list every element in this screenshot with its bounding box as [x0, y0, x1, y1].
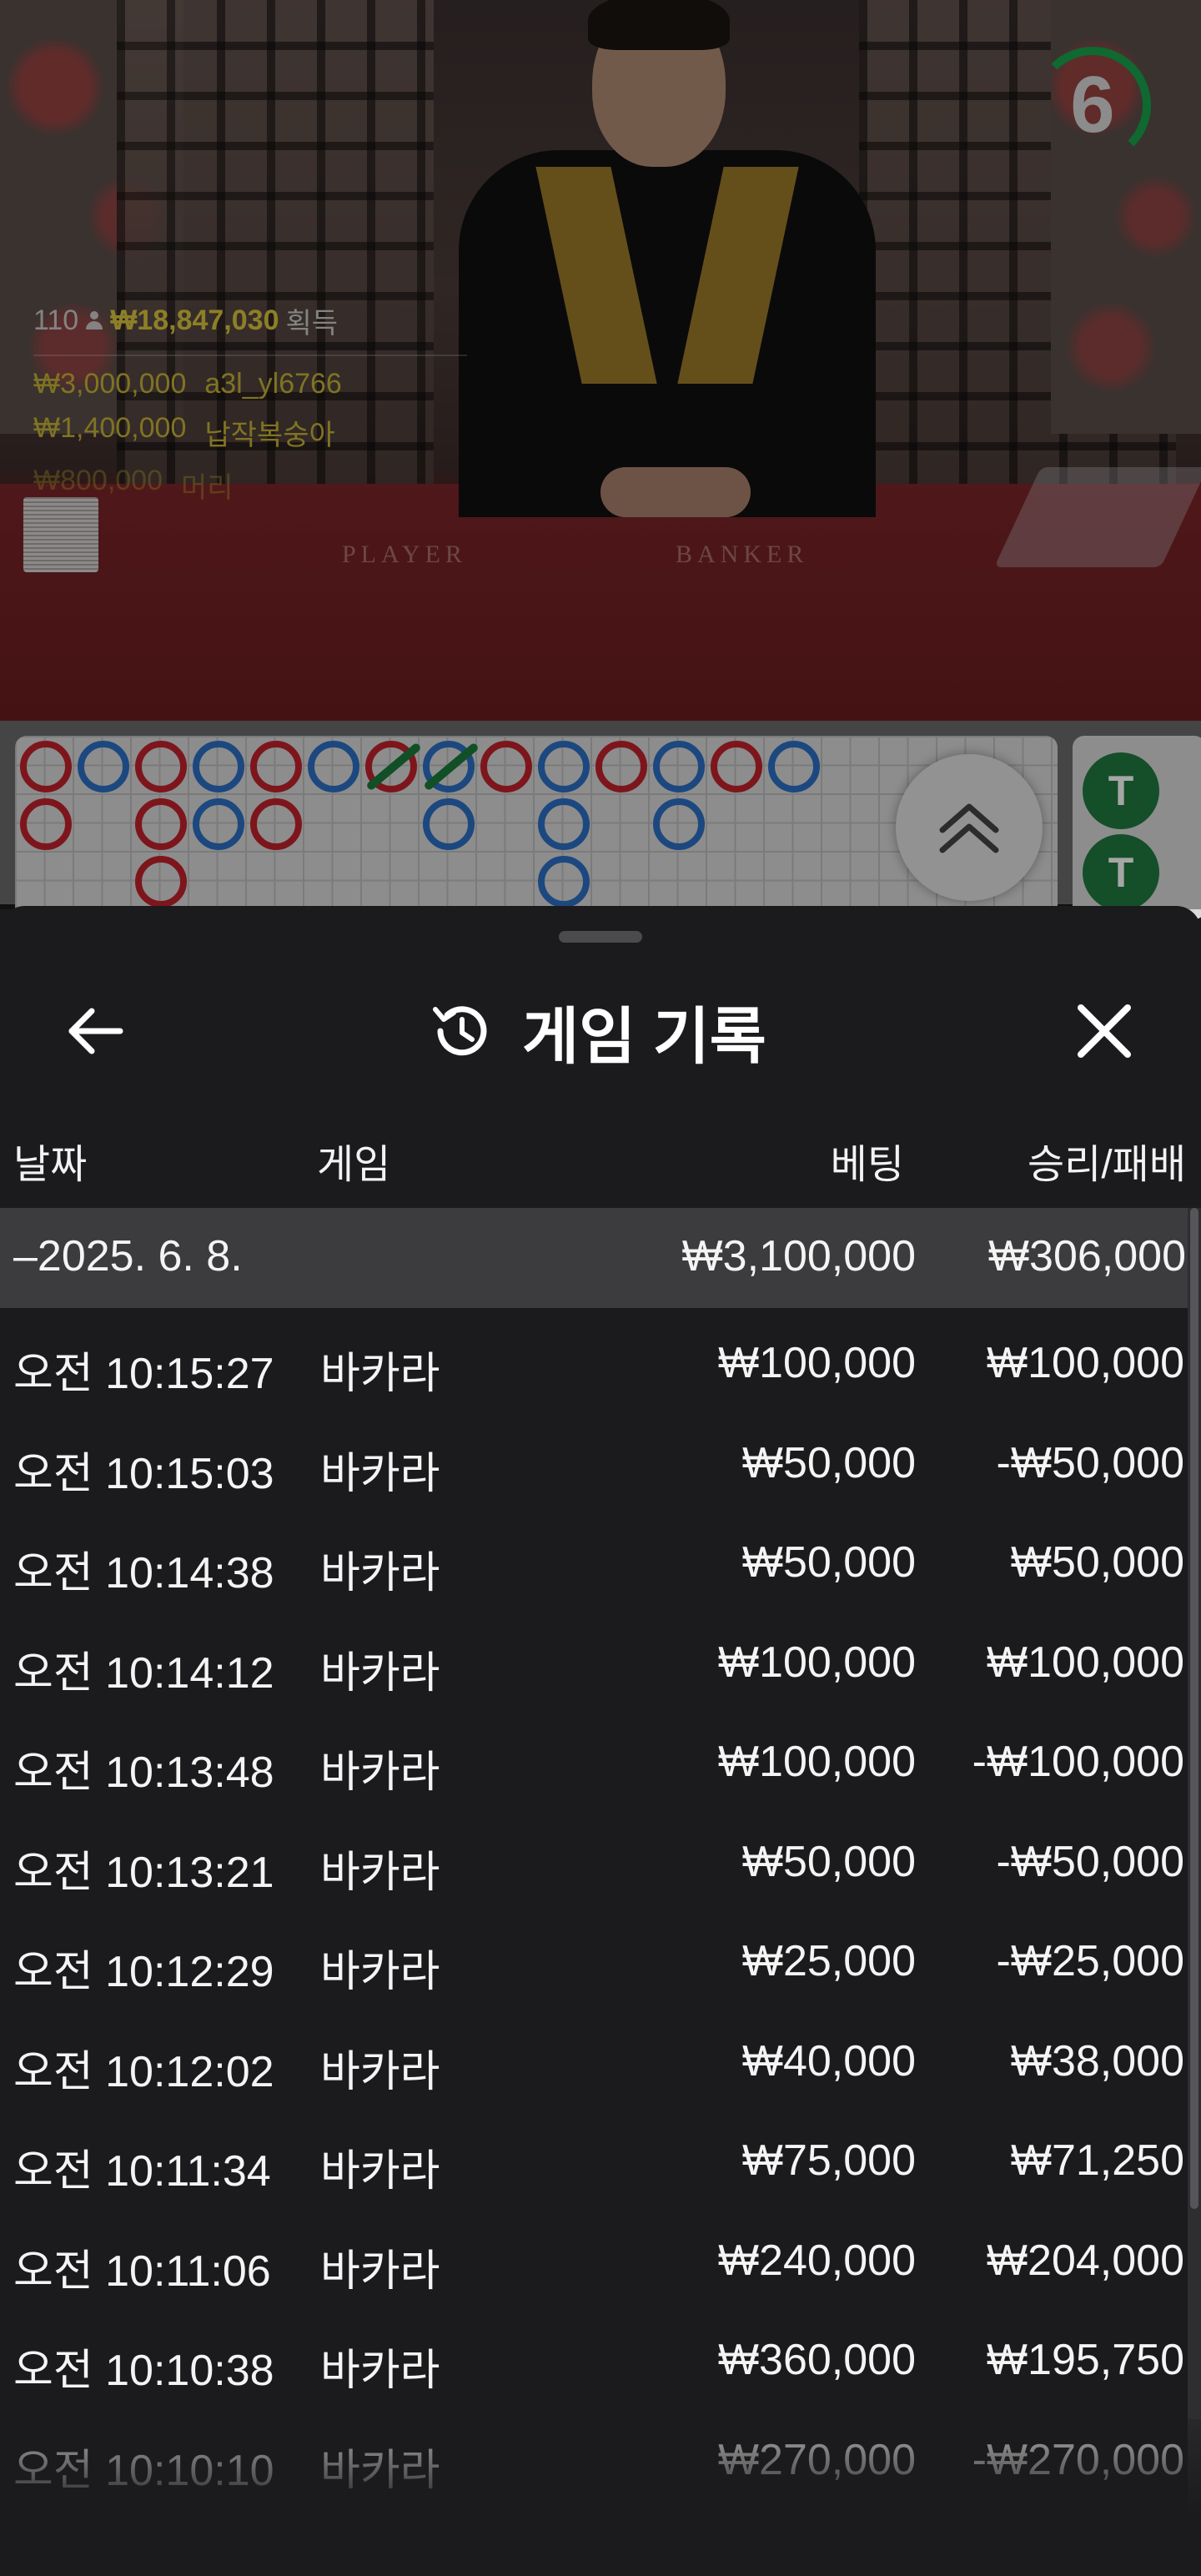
history-row[interactable]: 오전 10:13:48 바카라 ₩100,000 -₩100,000 — [0, 1707, 1184, 1807]
close-button[interactable] — [1071, 998, 1138, 1064]
column-game: 게임 — [317, 1143, 391, 1187]
row-time: 오전 10:11:34 — [13, 2147, 271, 2196]
row-bet: ₩50,000 — [741, 1538, 916, 1587]
row-result: -₩50,000 — [996, 1438, 1184, 1487]
date-group-result: ₩306,000 — [987, 1232, 1186, 1280]
row-game: 바카라 — [320, 2047, 440, 2096]
table-header: 날짜 게임 베팅 승리/패배 — [0, 1124, 1201, 1208]
row-time: 오전 10:14:12 — [13, 1648, 274, 1698]
history-row[interactable]: 오전 10:14:12 바카라 ₩100,000 ₩100,000 — [0, 1607, 1184, 1708]
history-row[interactable]: 오전 10:12:02 바카라 ₩40,000 ₩38,000 — [0, 2006, 1184, 2106]
sheet-title-group: 게임 기록 — [425, 998, 766, 1071]
row-game: 바카라 — [320, 1350, 440, 1398]
row-time: 오전 10:15:03 — [13, 1449, 274, 1498]
row-game: 바카라 — [320, 2147, 440, 2196]
row-game: 바카라 — [320, 2246, 440, 2296]
row-result: ₩100,000 — [986, 1339, 1184, 1387]
arrow-left-icon — [68, 1008, 123, 1054]
row-game: 바카라 — [320, 1449, 440, 1498]
scrollbar-thumb[interactable] — [1190, 1208, 1198, 2209]
sheet-header: 게임 기록 — [0, 973, 1201, 1106]
row-game: 바카라 — [320, 1549, 440, 1597]
column-bet: 베팅 — [830, 1143, 904, 1187]
row-game: 바카라 — [320, 1648, 440, 1698]
history-row[interactable]: 오전 10:15:27 바카라 ₩100,000 ₩100,000 — [0, 1308, 1184, 1408]
row-bet: ₩50,000 — [741, 1837, 916, 1886]
history-row[interactable]: 오전 10:15:03 바카라 ₩50,000 -₩50,000 — [0, 1408, 1184, 1508]
history-row[interactable]: 오전 10:12:29 바카라 ₩25,000 -₩25,000 — [0, 1906, 1184, 2006]
row-result: ₩38,000 — [1010, 2036, 1184, 2085]
row-result: -₩50,000 — [996, 1837, 1184, 1886]
date-group-row[interactable]: –2025. 6. 8. ₩3,100,000 ₩306,000 — [0, 1208, 1201, 1308]
row-bet: ₩100,000 — [717, 1738, 916, 1786]
close-icon — [1078, 1004, 1131, 1058]
history-row[interactable]: 오전 10:11:06 바카라 ₩240,000 ₩204,000 — [0, 2206, 1184, 2306]
history-row[interactable]: 오전 10:14:38 바카라 ₩50,000 ₩50,000 — [0, 1507, 1184, 1607]
history-row[interactable]: 오전 10:11:34 바카라 ₩75,000 ₩71,250 — [0, 2106, 1184, 2206]
row-time: 오전 10:11:06 — [13, 2246, 271, 2296]
row-result: -₩25,000 — [996, 1937, 1184, 1985]
row-result: ₩50,000 — [1010, 1538, 1184, 1587]
row-bet: ₩100,000 — [717, 1638, 916, 1687]
row-game: 바카라 — [320, 1948, 440, 1996]
row-time: 오전 10:13:48 — [13, 1748, 274, 1797]
row-time: 오전 10:15:27 — [13, 1350, 274, 1398]
row-result: -₩100,000 — [972, 1738, 1184, 1786]
row-bet: ₩40,000 — [741, 2036, 916, 2085]
date-group-label: –2025. 6. 8. — [13, 1232, 243, 1280]
history-icon — [433, 1006, 487, 1056]
list-fade-overlay — [0, 2419, 1201, 2576]
row-bet: ₩25,000 — [741, 1937, 916, 1985]
row-bet: ₩75,000 — [741, 2136, 916, 2185]
row-bet: ₩50,000 — [741, 1438, 916, 1487]
sheet-drag-handle[interactable] — [559, 931, 642, 943]
row-time: 오전 10:12:29 — [13, 1948, 274, 1996]
history-row[interactable]: 오전 10:10:38 바카라 ₩360,000 ₩195,750 — [0, 2305, 1184, 2405]
row-bet: ₩360,000 — [717, 2336, 916, 2384]
row-bet: ₩100,000 — [717, 1339, 916, 1387]
row-game: 바카라 — [320, 1748, 440, 1797]
row-result: ₩195,750 — [986, 2336, 1184, 2384]
sheet-title: 게임 기록 — [522, 1001, 766, 1071]
column-date: 날짜 — [13, 1143, 88, 1187]
row-time: 오전 10:10:38 — [13, 2347, 274, 2395]
date-group-bet: ₩3,100,000 — [681, 1232, 916, 1280]
row-result: ₩71,250 — [1010, 2136, 1184, 2185]
row-game: 바카라 — [320, 1848, 440, 1897]
row-result: ₩100,000 — [986, 1638, 1184, 1687]
history-scrollbar[interactable] — [1188, 1208, 1201, 2576]
modal-backdrop[interactable] — [0, 0, 1201, 909]
row-time: 오전 10:13:21 — [13, 1848, 274, 1897]
back-button[interactable] — [62, 998, 128, 1064]
row-game: 바카라 — [320, 2347, 440, 2395]
history-row[interactable]: 오전 10:13:21 바카라 ₩50,000 -₩50,000 — [0, 1807, 1184, 1907]
column-result: 승리/패배 — [1028, 1143, 1186, 1187]
row-result: ₩204,000 — [986, 2236, 1184, 2285]
row-bet: ₩240,000 — [717, 2236, 916, 2285]
row-time: 오전 10:14:38 — [13, 1549, 274, 1597]
row-time: 오전 10:12:02 — [13, 2047, 274, 2096]
